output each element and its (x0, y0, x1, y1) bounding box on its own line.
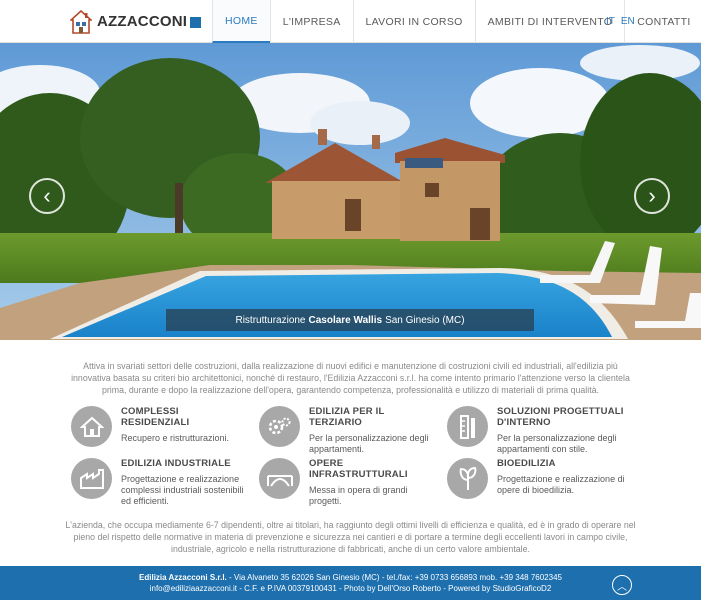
service-desc: Per la personalizzazione degli appartame… (497, 433, 617, 454)
slide-caption: Ristrutturazione Casolare Wallis San Gin… (166, 309, 534, 331)
hero-image (0, 43, 701, 340)
gears-icon (259, 406, 300, 447)
chevron-left-icon: ‹ (43, 183, 51, 208)
caption-prefix: Ristrutturazione (235, 314, 306, 326)
service-title: OPERE INFRASTRUTTURALI (309, 458, 408, 480)
ruler-icon (447, 406, 488, 447)
service-title: BIOEDILIZIA (497, 458, 556, 469)
footer-line-2: info@ediliziaazzacconi.it - C.F. e P.IVA… (149, 584, 552, 593)
service-desc: Recupero e ristrutturazioni. (121, 433, 230, 443)
lang-it[interactable]: IT (606, 16, 615, 27)
logo-house-icon (70, 9, 92, 34)
nav-ambiti-di-intervento[interactable]: AMBITI DI INTERVENTO (474, 0, 625, 43)
service-title: EDILIZIA INDUSTRIALE (121, 458, 231, 469)
nav-contatti[interactable]: CONTATTI (624, 0, 701, 43)
brand-name: AZZACCONI (97, 13, 188, 30)
nav-lavori-in-corso[interactable]: LAVORI IN CORSO (352, 0, 475, 43)
nav-home[interactable]: HOME (212, 0, 270, 43)
service-desc: Progettazione e realizzazione complessi … (121, 474, 244, 506)
leaf-icon (447, 458, 488, 499)
site-header: AZZACCONI HOME L'IMPRESA LAVORI IN CORSO… (0, 0, 701, 43)
hero-slider: ‹ › Ristrutturazione Casolare Wallis San… (0, 43, 701, 340)
service-desc: Messa in opera di grandi progetti. (309, 485, 408, 506)
house-icon (71, 406, 112, 447)
brand-mark-icon (190, 17, 202, 28)
factory-icon (71, 458, 112, 499)
lang-en[interactable]: EN (621, 16, 635, 27)
caption-project: Casolare Wallis (308, 314, 383, 326)
service-edilizia-industriale[interactable]: EDILIZIA INDUSTRIALE Progettazione e rea… (71, 458, 251, 507)
chevron-right-icon: › (648, 183, 656, 208)
bridge-icon (259, 458, 300, 499)
nav-impresa[interactable]: L'IMPRESA (269, 0, 353, 43)
intro-text: Attiva in svariati settori delle costruz… (71, 361, 630, 395)
slider-next-button[interactable]: › (634, 178, 670, 214)
back-to-top-button[interactable]: ︿ (612, 575, 632, 595)
chevron-up-icon: ︿ (617, 581, 627, 593)
service-opere-infrastrutturali[interactable]: OPERE INFRASTRUTTURALI Messa in opera di… (259, 458, 439, 507)
slider-prev-button[interactable]: ‹ (29, 178, 65, 214)
outro-text: L'azienda, che occupa mediamente 6-7 dip… (65, 520, 636, 554)
caption-location: San Ginesio (MC) (385, 314, 465, 326)
footer-company: Edilizia Azzacconi S.r.l. (139, 573, 227, 582)
service-desc: Progettazione e realizzazione di opere d… (497, 474, 625, 495)
service-title: SOLUZIONI PROGETTUALI D'INTERNO (497, 406, 624, 428)
service-soluzioni-interno[interactable]: SOLUZIONI PROGETTUALI D'INTERNO Per la p… (447, 406, 647, 455)
service-title: COMPLESSI RESIDENZIALI (121, 406, 190, 428)
service-title: EDILIZIA PER IL TERZIARIO (309, 406, 385, 428)
site-footer: Edilizia Azzacconi S.r.l. - Via Alvaneto… (0, 566, 701, 600)
service-desc: Per la personalizzazione degli appartame… (309, 433, 429, 454)
footer-line-1: Edilizia Azzacconi S.r.l. - Via Alvaneto… (0, 572, 701, 583)
logo[interactable]: AZZACCONI (70, 8, 202, 35)
service-complessi-residenziali[interactable]: COMPLESSI RESIDENZIALI Recupero e ristru… (71, 406, 246, 447)
service-edilizia-terziario[interactable]: EDILIZIA PER IL TERZIARIO Per la persona… (259, 406, 439, 455)
service-bioedilizia[interactable]: BIOEDILIZIA Progettazione e realizzazion… (447, 458, 647, 499)
language-switcher: IT EN (606, 0, 635, 43)
footer-address: - Via Alvaneto 35 62026 San Ginesio (MC)… (226, 573, 562, 582)
